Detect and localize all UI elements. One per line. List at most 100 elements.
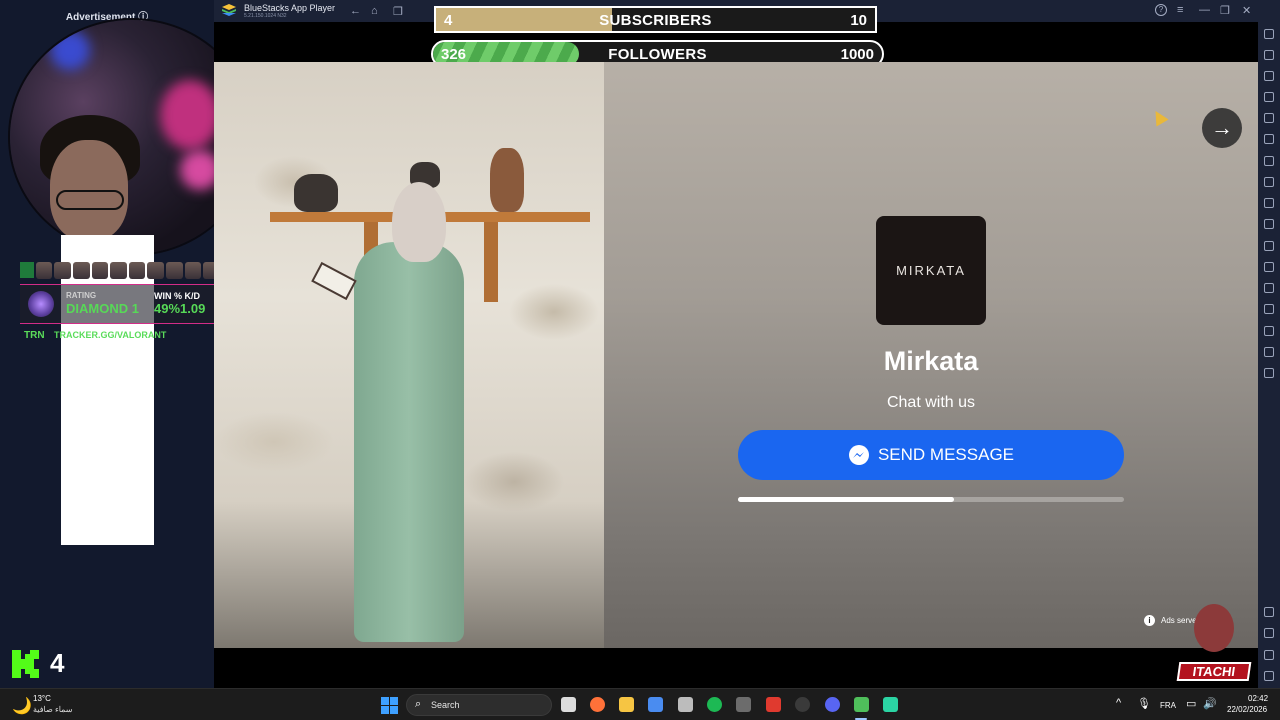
agent-avatar <box>110 261 127 279</box>
agent-avatar <box>91 261 109 279</box>
multi-instance-icon[interactable]: ❐ <box>393 5 403 18</box>
task-view-icon[interactable] <box>561 697 576 712</box>
clay-jug <box>490 148 524 212</box>
file-explorer-icon[interactable] <box>619 697 634 712</box>
agent-history-row <box>20 260 220 280</box>
ad-progress-bar <box>738 497 1124 502</box>
moon-icon[interactable]: 🌙 <box>12 696 32 716</box>
brand-name: Mirkata <box>883 346 979 376</box>
windows-logo-tile <box>390 697 398 705</box>
android-home-icon[interactable] <box>1264 650 1274 660</box>
play-icon <box>20 262 34 278</box>
weather-description[interactable]: سماء صافية <box>33 705 73 714</box>
rating-label: RATING <box>66 291 97 300</box>
subscribers-title: SUBSCRIBERS <box>599 12 712 29</box>
model-robe <box>354 242 464 642</box>
kick-logo-icon <box>12 650 39 678</box>
send-message-label: SEND MESSAGE <box>877 445 1015 464</box>
bluestacks-sidebar <box>1258 0 1280 688</box>
dts-audio-icon[interactable] <box>766 697 781 712</box>
weather-temperature[interactable]: 13°C <box>33 694 51 703</box>
clock-time[interactable]: 02:42 <box>1248 694 1268 703</box>
win-kd-label: WIN % K/D <box>154 291 200 301</box>
microphone-icon[interactable]: 🎙 <box>1137 697 1151 710</box>
search-icon: ⌕ <box>415 698 422 710</box>
next-arrow-button[interactable]: → <box>1202 108 1242 148</box>
multi-instance-sync-icon[interactable] <box>1264 283 1274 293</box>
messenger-icon <box>848 445 869 465</box>
tray-chevron-icon[interactable]: ^ <box>1116 697 1121 709</box>
bluestacks-taskbar-icon[interactable] <box>854 697 869 712</box>
followers-target: 1000 <box>840 46 874 63</box>
rank-card: RATING DIAMOND 1 WIN % K/D 49%1.09 <box>20 284 216 324</box>
windows-taskbar: 🌙 13°C سماء صافية ⌕ Search ^ FRA 🎙 ▭ 🔊 0… <box>0 688 1280 720</box>
mouse-cursor-icon <box>1149 107 1169 127</box>
start-button[interactable] <box>381 697 398 714</box>
record-icon[interactable] <box>1264 219 1274 229</box>
shelf-bracket <box>484 222 498 302</box>
home-icon[interactable]: ⌂ <box>371 5 378 17</box>
diamond-rank-icon <box>28 291 54 317</box>
advertisement-label: Advertisement ⓘ <box>65 12 149 23</box>
volume-icon[interactable] <box>1264 50 1274 60</box>
notepad-icon[interactable] <box>678 697 693 712</box>
discord-icon[interactable] <box>825 697 840 712</box>
win-kd-value: 49%1.09 <box>154 301 206 316</box>
rotate-icon[interactable] <box>1264 113 1274 123</box>
keyboard-icon[interactable] <box>1264 71 1274 81</box>
settings-icon[interactable] <box>1264 607 1274 617</box>
ad-image[interactable] <box>214 62 604 648</box>
fan-control-icon[interactable] <box>736 697 751 712</box>
windows-logo-tile <box>381 706 389 714</box>
followers-title: FOLLOWERS <box>608 46 707 63</box>
language-indicator[interactable]: FRA <box>1160 701 1176 710</box>
eco-mode-icon[interactable] <box>1264 262 1274 272</box>
volume-tray-icon[interactable]: 🔊 <box>1203 697 1217 710</box>
agent-avatar <box>147 261 165 279</box>
store-icon[interactable] <box>648 697 663 712</box>
maximize-button[interactable]: ❐ <box>1220 4 1230 17</box>
back-arrow-icon[interactable]: ← <box>350 5 361 17</box>
search-placeholder: Search <box>431 700 460 710</box>
info-icon[interactable]: i <box>1144 615 1155 626</box>
book <box>311 261 357 301</box>
taskbar-search-box[interactable]: ⌕ Search <box>406 694 552 716</box>
performance-icon[interactable] <box>1264 177 1274 187</box>
brand-subtitle: Chat with us <box>886 394 976 411</box>
app-bottom-letterbox <box>214 648 1258 688</box>
close-button[interactable]: ✕ <box>1242 4 1251 17</box>
itachi-text: ITACHI <box>1176 662 1252 681</box>
screenshot-icon[interactable] <box>1264 198 1274 208</box>
help-icon[interactable]: ? <box>1155 4 1167 16</box>
fullscreen-icon[interactable] <box>1264 29 1274 39</box>
refresh-icon[interactable] <box>1264 368 1274 378</box>
agent-avatar <box>35 261 53 279</box>
location-icon[interactable] <box>1264 326 1274 336</box>
gamepad-icon[interactable] <box>1264 92 1274 102</box>
back-icon[interactable] <box>1264 628 1274 638</box>
install-apk-icon[interactable] <box>1264 156 1274 166</box>
itachi-badge: ITACHI <box>1176 604 1252 694</box>
app-icon[interactable] <box>883 697 898 712</box>
recent-apps-icon[interactable] <box>1264 671 1274 681</box>
layers-icon[interactable] <box>1264 347 1274 357</box>
brand-logo[interactable]: MIRKATA <box>876 216 986 325</box>
shake-icon[interactable] <box>1264 134 1274 144</box>
media-folder-icon[interactable] <box>1264 241 1274 251</box>
network-icon[interactable]: ▭ <box>1186 697 1196 710</box>
send-message-button[interactable]: SEND MESSAGE <box>738 430 1124 480</box>
spotify-icon[interactable] <box>707 697 722 712</box>
obs-icon[interactable] <box>795 697 810 712</box>
agent-avatar <box>72 261 90 279</box>
firefox-icon[interactable] <box>590 697 605 712</box>
clock-date[interactable]: 22/02/2026 <box>1227 705 1267 714</box>
model-hijab <box>392 182 446 262</box>
macro-icon[interactable] <box>1264 304 1274 314</box>
arrow-right-icon: → <box>1211 115 1233 140</box>
agent-avatar <box>128 261 146 279</box>
app-version: 5.21.150.1024 N32 <box>244 13 287 19</box>
menu-icon[interactable]: ≡ <box>1177 4 1183 16</box>
minimize-button[interactable]: — <box>1199 4 1210 16</box>
brand-logo-text: MIRKATA <box>896 263 966 278</box>
bluestacks-logo-icon <box>222 4 236 16</box>
